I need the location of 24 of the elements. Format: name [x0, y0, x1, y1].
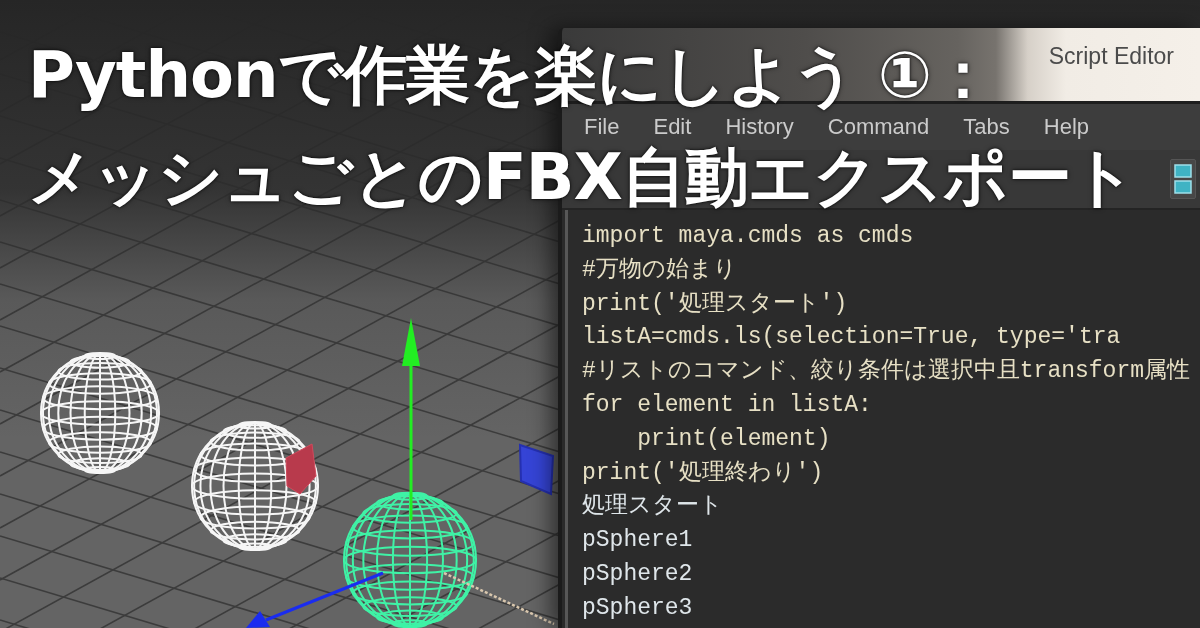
code-line: print('処理終わり') [582, 458, 824, 488]
code-line: #リストのコマンド、絞り条件は選択中且transform属性 [582, 357, 1191, 387]
code-line: import maya.cmds as cmds [582, 222, 914, 251]
headline-text: Pythonで作業を楽にしよう ①： [28, 40, 994, 110]
code-line: 処理スタート [582, 492, 723, 522]
code-line: listA=cmds.ls(selection=True, type='tra [582, 323, 1121, 353]
menu-item[interactable]: Tabs [963, 116, 1010, 138]
code-line: pSphere1 [582, 526, 693, 556]
toolbar-button[interactable] [1170, 159, 1196, 199]
menu-item[interactable]: Edit [653, 116, 692, 138]
window-title: Script Editor [1048, 43, 1174, 70]
menu-item[interactable]: Command [827, 116, 930, 138]
code-line: print('処理スタート') [582, 289, 848, 319]
headline-text: メッシュごとのFBX自動エクスポート [28, 142, 1136, 212]
menu-item[interactable]: File [584, 116, 620, 138]
selection-patch [285, 443, 317, 495]
stacked-bars-icon [1174, 163, 1192, 195]
code-line: print(element) [636, 424, 831, 454]
code-line: #万物の始まり [582, 255, 737, 285]
menu-item[interactable]: History [725, 116, 794, 138]
code-line: for element in listA: [582, 391, 872, 420]
code-line: pSphere3 [582, 593, 693, 623]
code-line: pSphere2 [582, 559, 693, 589]
menu-item[interactable]: Help [1043, 116, 1090, 138]
